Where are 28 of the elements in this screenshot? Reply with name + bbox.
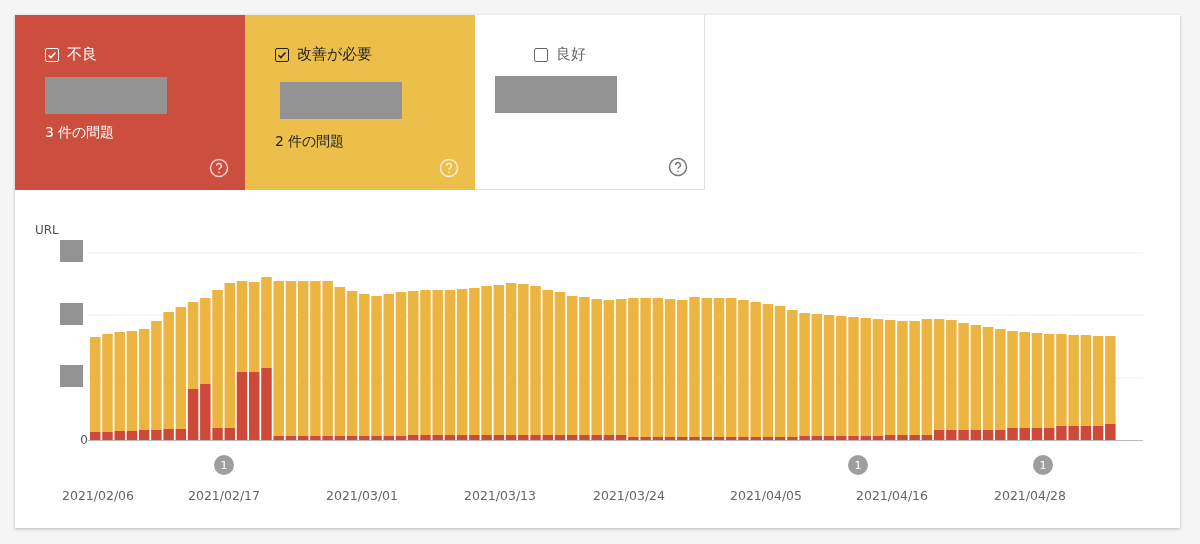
annotation-marker[interactable]: 1	[848, 455, 868, 475]
date-label: 2021/04/16	[856, 488, 928, 503]
date-label: 2021/02/17	[188, 488, 260, 503]
status-tile[interactable]: 改善が必要 2 件の問題	[245, 15, 475, 190]
annotation-marker[interactable]: 1	[214, 455, 234, 475]
issue-count: 3 件の問題	[45, 124, 116, 142]
date-label: 2021/03/24	[593, 488, 665, 503]
status-tile[interactable]: 良好	[475, 15, 705, 190]
date-label: 2021/03/01	[326, 488, 398, 503]
date-label: 2021/04/28	[994, 488, 1066, 503]
redacted-tick	[60, 303, 83, 325]
status-label: 良好	[556, 45, 586, 64]
status-label: 不良	[67, 45, 97, 64]
redacted-tick	[60, 240, 83, 262]
checkmark-icon	[277, 49, 287, 60]
checkbox[interactable]	[534, 47, 548, 62]
checkmark-icon	[47, 49, 57, 60]
checkbox[interactable]	[275, 47, 289, 62]
annotation-marker[interactable]: 1	[1033, 455, 1053, 475]
date-label: 2021/03/13	[464, 488, 536, 503]
status-label: 改善が必要	[297, 45, 372, 64]
redacted-tick	[60, 365, 83, 387]
date-label: 2021/04/05	[730, 488, 802, 503]
date-label: 2021/02/06	[62, 488, 134, 503]
axis-tick: 0	[80, 433, 88, 447]
axis-title: URL	[35, 223, 59, 237]
issue-count: 2 件の問題	[275, 133, 346, 151]
help-icon[interactable]	[668, 157, 688, 177]
